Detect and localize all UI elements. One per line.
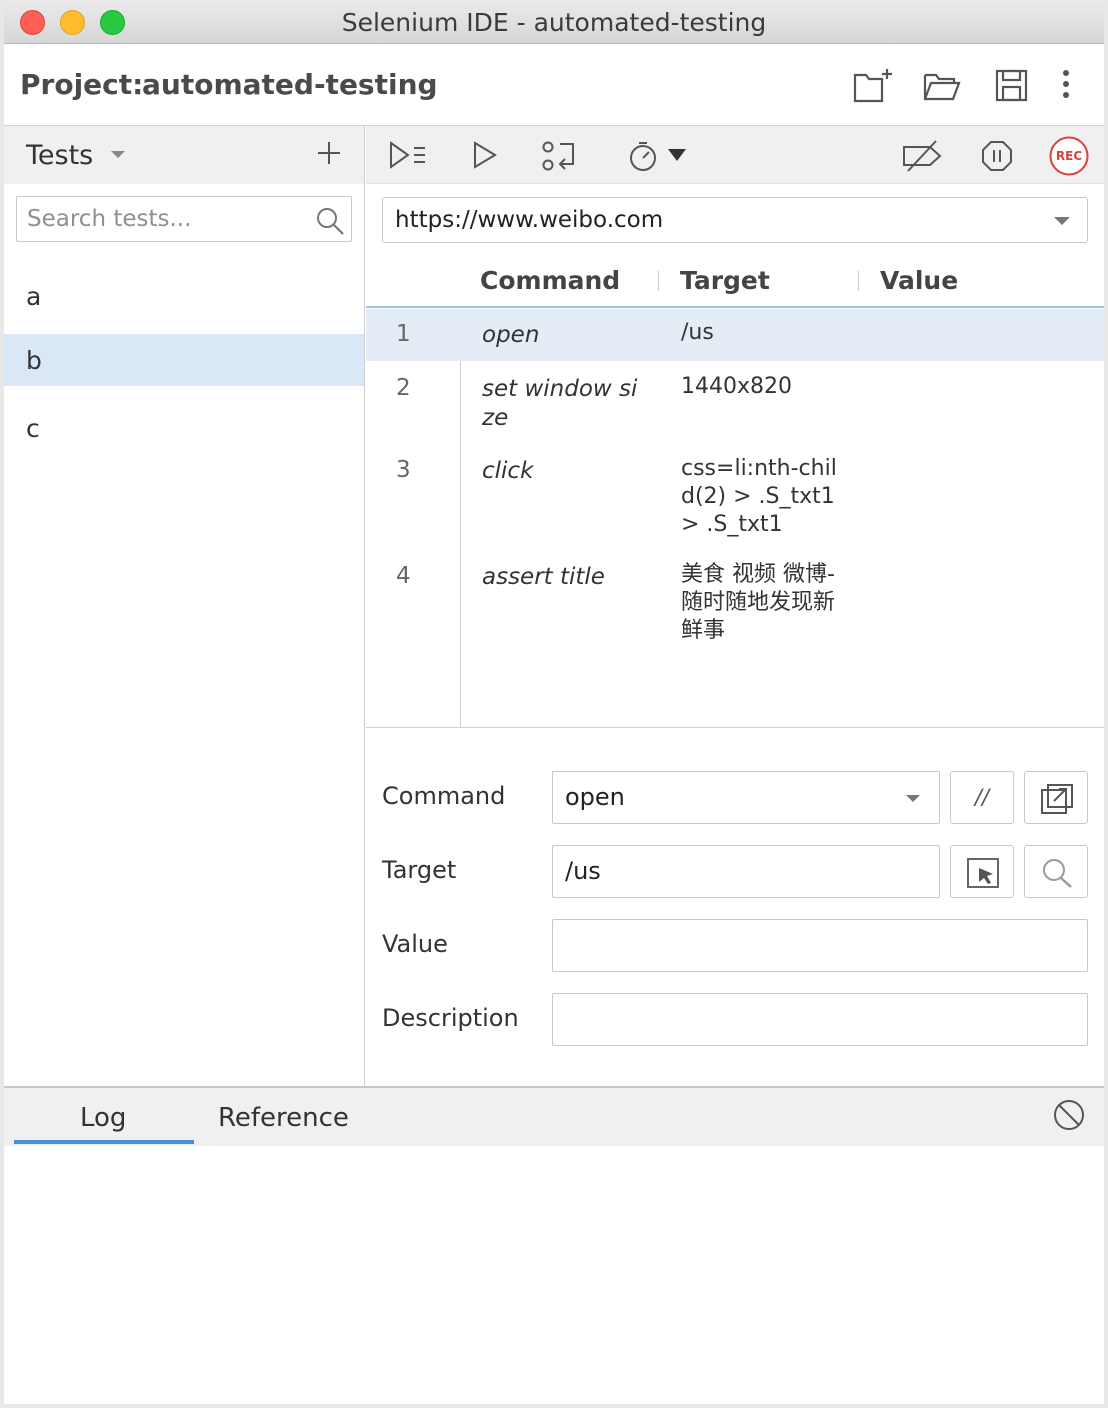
command-table-header: Command Target Value bbox=[366, 256, 1104, 308]
command-select[interactable]: open bbox=[552, 771, 940, 824]
row-command: assert title bbox=[482, 564, 605, 590]
row-target: /us bbox=[681, 320, 714, 345]
test-item-label: b bbox=[26, 346, 42, 375]
bottom-panel-tabs: Log Reference bbox=[4, 1088, 1104, 1146]
base-url-select[interactable]: https://www.weibo.com bbox=[382, 197, 1088, 243]
title-bar: Selenium IDE - automated-testing bbox=[4, 0, 1104, 44]
tab-log[interactable]: Log bbox=[80, 1103, 126, 1133]
more-options-icon[interactable] bbox=[1054, 66, 1078, 106]
tests-dropdown-label[interactable]: Tests bbox=[26, 140, 93, 171]
chevron-down-icon[interactable] bbox=[110, 150, 126, 160]
column-divider[interactable] bbox=[858, 271, 859, 291]
record-label: REC bbox=[1055, 149, 1083, 163]
command-value: open bbox=[565, 783, 625, 811]
log-output bbox=[4, 1146, 1104, 1404]
select-target-button[interactable] bbox=[950, 845, 1014, 898]
row-target: 1440x820 bbox=[681, 374, 792, 399]
run-all-tests-icon[interactable] bbox=[388, 139, 428, 171]
active-tab-indicator bbox=[14, 1140, 194, 1144]
row-number: 1 bbox=[396, 321, 411, 347]
target-value: /us bbox=[565, 857, 601, 885]
chevron-down-icon[interactable] bbox=[1053, 216, 1071, 226]
command-table-body: 1 open /us 2 set window size 1440x820 3 … bbox=[366, 309, 1104, 728]
search-tests-box bbox=[16, 196, 352, 242]
window-frame-right bbox=[1104, 0, 1108, 1408]
command-label: Command bbox=[382, 782, 506, 810]
open-project-icon[interactable] bbox=[922, 66, 964, 106]
target-input[interactable]: /us bbox=[552, 845, 940, 898]
row-number: 3 bbox=[396, 457, 411, 483]
description-input[interactable] bbox=[552, 993, 1088, 1046]
search-icon[interactable] bbox=[315, 206, 345, 236]
project-label: Project: bbox=[20, 68, 144, 101]
column-header-value: Value bbox=[880, 266, 959, 295]
comment-out-label: // bbox=[974, 785, 990, 809]
base-url-value: https://www.weibo.com bbox=[395, 207, 664, 233]
command-row-1[interactable]: 1 open /us bbox=[366, 309, 1104, 361]
window-title: Selenium IDE - automated-testing bbox=[341, 8, 767, 37]
row-target: css=li:nth-child(2) > .S_txt1 > .S_txt1 bbox=[681, 456, 837, 537]
test-item-b[interactable]: b bbox=[4, 334, 364, 386]
row-command: click bbox=[482, 458, 534, 484]
save-project-icon[interactable] bbox=[992, 66, 1032, 106]
chevron-down-icon[interactable] bbox=[905, 794, 921, 803]
tab-reference[interactable]: Reference bbox=[218, 1103, 349, 1133]
command-row-4[interactable]: 4 assert title 美食 视频 微博-随时随地发现新鲜事 bbox=[366, 549, 1104, 659]
row-number: 2 bbox=[396, 375, 411, 401]
record-icon[interactable]: REC bbox=[1048, 135, 1090, 177]
target-label: Target bbox=[382, 856, 457, 884]
row-target: 美食 视频 微博-随时随地发现新鲜事 bbox=[681, 562, 836, 643]
command-row-3[interactable]: 3 click css=li:nth-child(2) > .S_txt1 > … bbox=[366, 443, 1104, 549]
search-tests-input[interactable] bbox=[27, 205, 307, 233]
test-item-label: a bbox=[26, 282, 42, 311]
row-command: set window size bbox=[482, 376, 638, 431]
pause-on-exceptions-icon[interactable] bbox=[980, 139, 1014, 173]
description-label: Description bbox=[382, 1004, 519, 1032]
test-item-a[interactable]: a bbox=[4, 270, 364, 322]
test-item-label: c bbox=[26, 414, 40, 443]
new-project-icon[interactable] bbox=[852, 66, 894, 106]
project-name[interactable]: automated-testing bbox=[142, 68, 438, 101]
disable-breakpoints-icon[interactable] bbox=[900, 139, 944, 173]
open-in-new-window-button[interactable] bbox=[1024, 771, 1088, 824]
tests-header: Tests bbox=[4, 126, 364, 184]
select-target-icon bbox=[967, 858, 999, 888]
open-in-new-window-icon bbox=[1041, 784, 1073, 814]
tests-sidebar: Tests a b c bbox=[4, 126, 365, 1087]
project-header: Project: automated-testing bbox=[4, 44, 1104, 126]
value-input[interactable] bbox=[552, 919, 1088, 972]
test-item-c[interactable]: c bbox=[4, 402, 364, 454]
clear-log-icon[interactable] bbox=[1052, 1098, 1086, 1132]
step-over-icon[interactable] bbox=[540, 139, 578, 173]
row-command: open bbox=[482, 322, 540, 348]
comment-out-button[interactable]: // bbox=[950, 771, 1014, 824]
value-label: Value bbox=[382, 930, 448, 958]
window-frame-bottom bbox=[0, 1404, 1108, 1408]
speed-icon[interactable] bbox=[628, 139, 688, 173]
row-number: 4 bbox=[396, 563, 411, 589]
command-row-2[interactable]: 2 set window size 1440x820 bbox=[366, 361, 1104, 443]
column-header-target: Target bbox=[680, 266, 770, 295]
find-target-button[interactable] bbox=[1024, 845, 1088, 898]
add-test-icon[interactable] bbox=[317, 141, 341, 165]
run-current-test-icon[interactable] bbox=[470, 139, 500, 171]
search-icon bbox=[1041, 858, 1073, 888]
column-divider[interactable] bbox=[658, 271, 659, 291]
playback-toolbar: REC bbox=[366, 126, 1104, 184]
column-header-command: Command bbox=[480, 266, 621, 295]
